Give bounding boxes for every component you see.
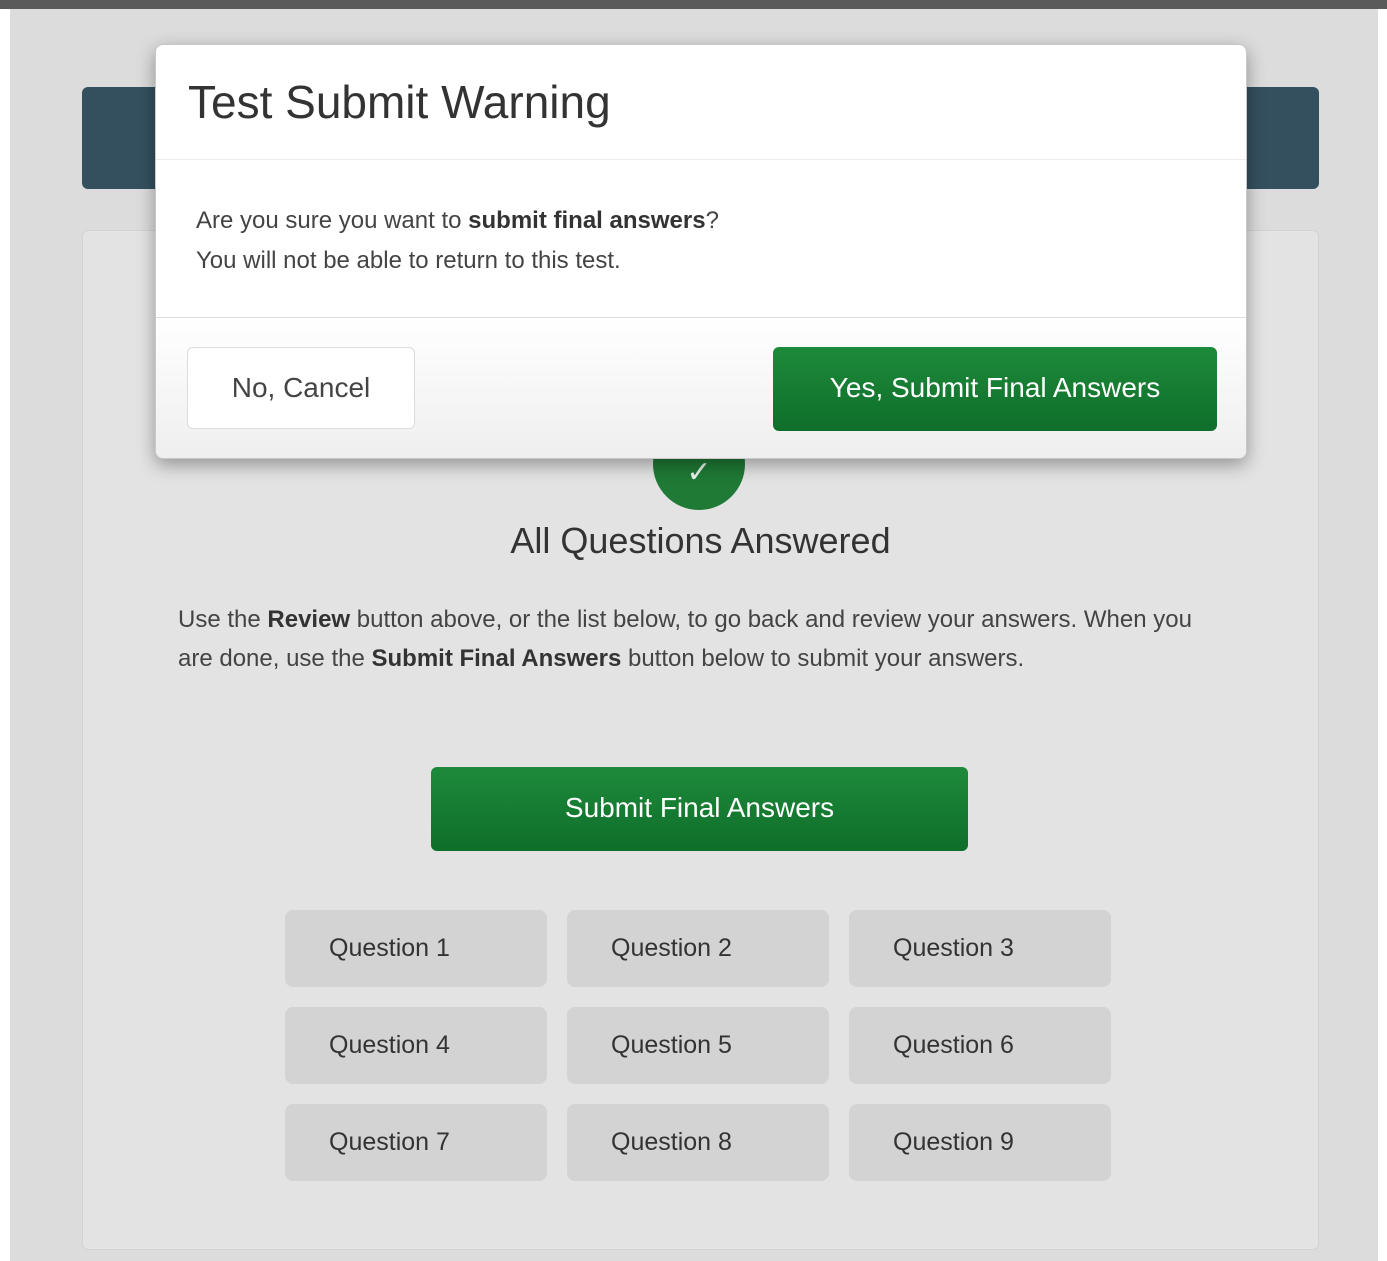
modal-body: Are you sure you want to submit final an… <box>196 201 719 281</box>
instructions-submit-bold: Submit Final Answers <box>371 645 622 672</box>
cancel-button[interactable]: No, Cancel <box>187 347 415 429</box>
all-answered-title: All Questions Answered <box>510 520 891 561</box>
question-5-button[interactable]: Question 5 <box>567 1007 829 1084</box>
modal-question-line: Are you sure you want to submit final an… <box>196 201 719 241</box>
modal-body-prefix: Are you sure you want to <box>196 207 469 234</box>
instructions-review-bold: Review <box>267 606 351 633</box>
modal-body-suffix: ? <box>705 207 719 234</box>
question-1-button[interactable]: Question 1 <box>285 910 547 987</box>
modal-title: Test Submit Warning <box>188 76 611 128</box>
question-9-button[interactable]: Question 9 <box>849 1104 1111 1181</box>
modal-footer: No, Cancel Yes, Submit Final Answers <box>156 317 1246 458</box>
modal-body-bold: submit final answers <box>468 207 706 234</box>
question-2-button[interactable]: Question 2 <box>567 910 829 987</box>
modal-warning-line: You will not be able to return to this t… <box>196 247 621 274</box>
browser-top-bar <box>0 0 1387 9</box>
modal-divider <box>156 159 1246 160</box>
question-4-button[interactable]: Question 4 <box>285 1007 547 1084</box>
instructions-part3: button below to submit your answers. <box>621 645 1025 672</box>
instructions-text: Use the Review button above, or the list… <box>178 600 1218 678</box>
confirm-submit-button[interactable]: Yes, Submit Final Answers <box>773 347 1217 431</box>
submit-warning-modal: Test Submit Warning Are you sure you wan… <box>155 44 1247 459</box>
submit-final-answers-button[interactable]: Submit Final Answers <box>431 767 968 851</box>
question-8-button[interactable]: Question 8 <box>567 1104 829 1181</box>
question-3-button[interactable]: Question 3 <box>849 910 1111 987</box>
instructions-part1: Use the <box>178 606 268 633</box>
question-7-button[interactable]: Question 7 <box>285 1104 547 1181</box>
question-6-button[interactable]: Question 6 <box>849 1007 1111 1084</box>
question-grid: Question 1 Question 2 Question 3 Questio… <box>285 910 1115 1181</box>
